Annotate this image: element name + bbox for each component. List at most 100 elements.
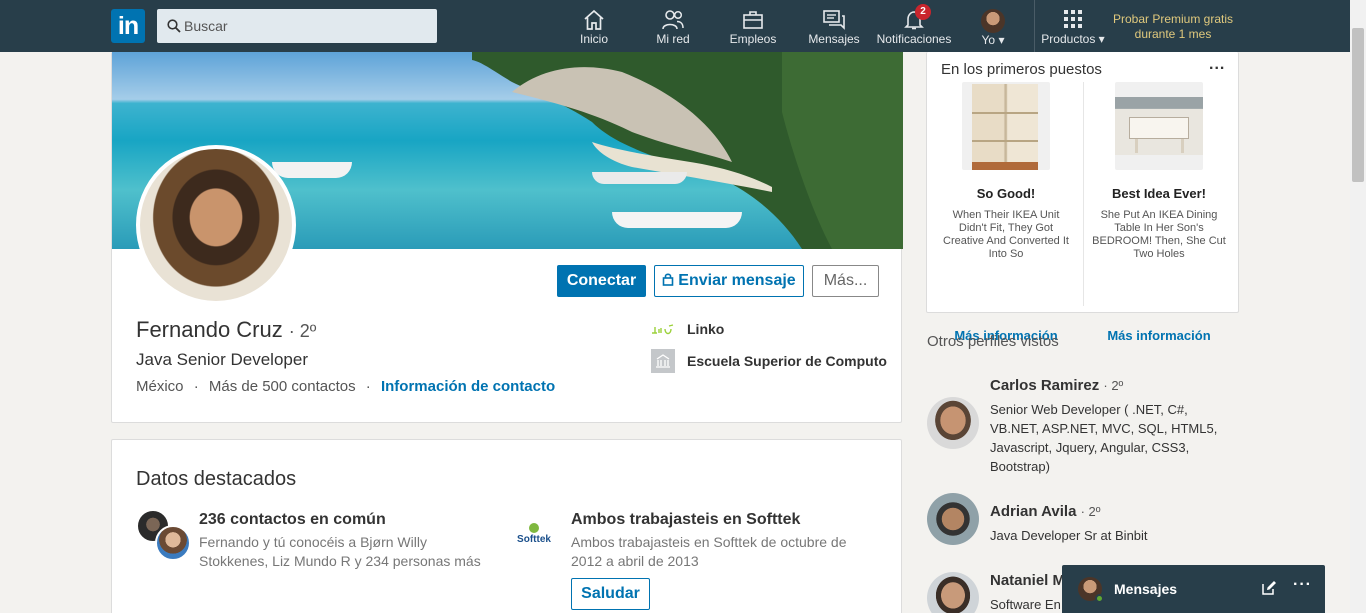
compose-icon[interactable]	[1261, 580, 1277, 596]
mutual-contact-avatar[interactable]	[155, 525, 191, 561]
viewed-profile-avatar[interactable]	[927, 572, 979, 613]
messages-icon	[823, 10, 845, 30]
messaging-label[interactable]: Mensajes	[1114, 581, 1177, 597]
floor-strip	[972, 162, 1038, 170]
shared-work-heading[interactable]: Ambos trabajasteis en Softtek	[571, 511, 800, 529]
chevron-down-icon: ▾	[998, 33, 1005, 47]
search-box[interactable]	[157, 9, 437, 43]
nav-messages[interactable]: Mensajes	[806, 0, 862, 52]
ad-image[interactable]	[1115, 82, 1203, 170]
viewed-profile-name[interactable]: Nataniel M	[990, 572, 1065, 589]
ad-item[interactable]: Best Idea Ever! She Put An IKEA Dining T…	[1084, 82, 1234, 343]
nav-products-label-wrap: Productos ▾	[1036, 32, 1110, 46]
ad-image[interactable]	[962, 82, 1050, 170]
messaging-overlay-bar[interactable]: Mensajes ···	[1062, 565, 1325, 613]
viewed-profile-name[interactable]: Adrian Avila	[990, 503, 1076, 520]
nav-network[interactable]: Mi red	[650, 0, 696, 52]
nav-products[interactable]: Productos ▾	[1036, 0, 1110, 52]
nav-divider	[1034, 0, 1035, 52]
user-avatar	[981, 9, 1005, 33]
nav-me-label: Yo	[981, 33, 996, 47]
current-company[interactable]: Linko	[687, 321, 724, 337]
nav-notifications[interactable]: 2 Notificaciones	[874, 0, 954, 52]
lock-icon	[662, 273, 674, 286]
work-line2: 2012 a abril de 2013	[571, 553, 699, 569]
scrollbar-thumb[interactable]	[1352, 28, 1364, 182]
nav-jobs[interactable]: Empleos	[728, 0, 778, 52]
viewed-profile-item[interactable]: Carlos Ramirez · 2º Senior Web Developer…	[927, 377, 1247, 487]
softtek-logo-mark	[529, 523, 539, 533]
ad-item[interactable]: So Good! When Their IKEA Unit Didn't Fit…	[931, 82, 1081, 343]
premium-line2: durante 1 mes	[1134, 27, 1212, 41]
connect-button[interactable]: Conectar	[557, 265, 646, 297]
send-message-button[interactable]: Enviar mensaje	[654, 265, 804, 297]
ad-heading[interactable]: So Good!	[931, 186, 1081, 201]
messaging-more-button[interactable]: ···	[1293, 576, 1312, 594]
mutual-contacts-heading[interactable]: 236 contactos en común	[199, 511, 386, 529]
school-name[interactable]: Escuela Superior de Computo	[687, 353, 887, 369]
mutual-contacts-description: Fernando y tú conocéis a Bjørn Willy Sto…	[199, 533, 481, 571]
shelf-line	[972, 140, 1038, 142]
work-line1: Ambos trabajasteis en Softtek de octubre…	[571, 534, 847, 550]
viewed-profile-name[interactable]: Carlos Ramirez	[990, 377, 1099, 394]
company-logo[interactable]	[651, 317, 675, 341]
nav-products-label: Productos	[1041, 32, 1096, 46]
shelf-image	[972, 84, 1038, 170]
profile-contacts: Más de 500 contactos	[208, 378, 356, 395]
ad-description: When Their IKEA Unit Didn't Fit, They Go…	[943, 209, 1069, 260]
mutual-line1: Fernando y tú conocéis a Bjørn Willy	[199, 534, 427, 550]
viewed-profile-name-line: Carlos Ramirez · 2º	[990, 377, 1123, 394]
viewed-profile-avatar[interactable]	[927, 397, 979, 449]
school-logo[interactable]	[651, 349, 675, 373]
table-leg	[1181, 139, 1184, 153]
shelf-line	[972, 112, 1038, 114]
send-message-label: Enviar mensaje	[678, 272, 796, 289]
nav-home-label: Inicio	[579, 32, 608, 46]
boat-shape	[592, 172, 687, 184]
network-icon	[662, 10, 684, 30]
separator-dot: ·	[193, 378, 199, 395]
others-viewed-title: Otros perfiles vistos	[927, 333, 1059, 350]
ad-heading[interactable]: Best Idea Ever!	[1084, 186, 1234, 201]
top-navigation-bar: in Inicio Mi red Empleos Mensajes 2 Noti…	[0, 0, 1366, 52]
viewed-profile-headline: Java Developer Sr at Binbit	[990, 528, 1148, 543]
profile-headline: Java Senior Developer	[136, 350, 308, 369]
search-input[interactable]	[184, 9, 434, 43]
nav-messages-label: Mensajes	[808, 32, 860, 46]
nav-me-label-wrap: Yo ▾	[972, 33, 1014, 47]
viewed-profile-avatar[interactable]	[927, 493, 979, 545]
ad-description: She Put An IKEA Dining Table In Her Son'…	[1092, 209, 1226, 260]
mutual-line2: Stokkenes, Liz Mundo R y 234 personas má…	[199, 553, 481, 569]
separator-dot: ·	[365, 378, 371, 395]
greet-button[interactable]: Saludar	[571, 578, 650, 610]
linkedin-logo[interactable]: in	[111, 9, 145, 43]
nav-me[interactable]: Yo ▾	[972, 0, 1014, 52]
nav-jobs-label: Empleos	[729, 32, 777, 46]
viewed-profile-name-line: Adrian Avila · 2º	[990, 503, 1101, 520]
profile-card: Fernando Cruz · 2º Java Senior Developer …	[111, 52, 903, 423]
boat-shape	[272, 162, 352, 178]
premium-trial-link[interactable]: Probar Premium gratis durante 1 mes	[1108, 12, 1238, 42]
nav-home[interactable]: Inicio	[574, 0, 614, 52]
briefcase-icon	[743, 11, 763, 29]
nav-network-label: Mi red	[656, 32, 690, 46]
premium-line1: Probar Premium gratis	[1112, 12, 1234, 26]
ad-card: En los primeros puestos ... So Good! Whe…	[926, 52, 1239, 343]
viewed-profile-name-line: Nataniel M	[990, 572, 1065, 589]
softtek-logo: Softtek	[516, 523, 552, 545]
more-button[interactable]: Más...	[812, 265, 879, 297]
highlights-title: Datos destacados	[136, 468, 297, 490]
profile-photo[interactable]	[136, 145, 296, 305]
softtek-logo-text: Softtek	[517, 534, 551, 545]
viewed-profile-degree: · 2º	[1080, 504, 1101, 519]
shared-work-description: Ambos trabajasteis en Softtek de octubre…	[571, 533, 847, 571]
home-icon	[584, 9, 604, 30]
ad-more-info-link[interactable]: Más información	[1084, 328, 1234, 343]
table-leg	[1135, 139, 1138, 153]
ad-menu-button[interactable]: ...	[1209, 56, 1225, 74]
profile-name-line: Fernando Cruz · 2º	[136, 317, 316, 343]
viewed-profile-item[interactable]: Adrian Avila · 2º Java Developer Sr at B…	[927, 493, 1247, 563]
nav-notifications-label: Notificaciones	[876, 32, 952, 46]
chevron-down-icon: ▾	[1098, 32, 1105, 46]
contact-info-link[interactable]: Información de contacto	[381, 378, 555, 395]
